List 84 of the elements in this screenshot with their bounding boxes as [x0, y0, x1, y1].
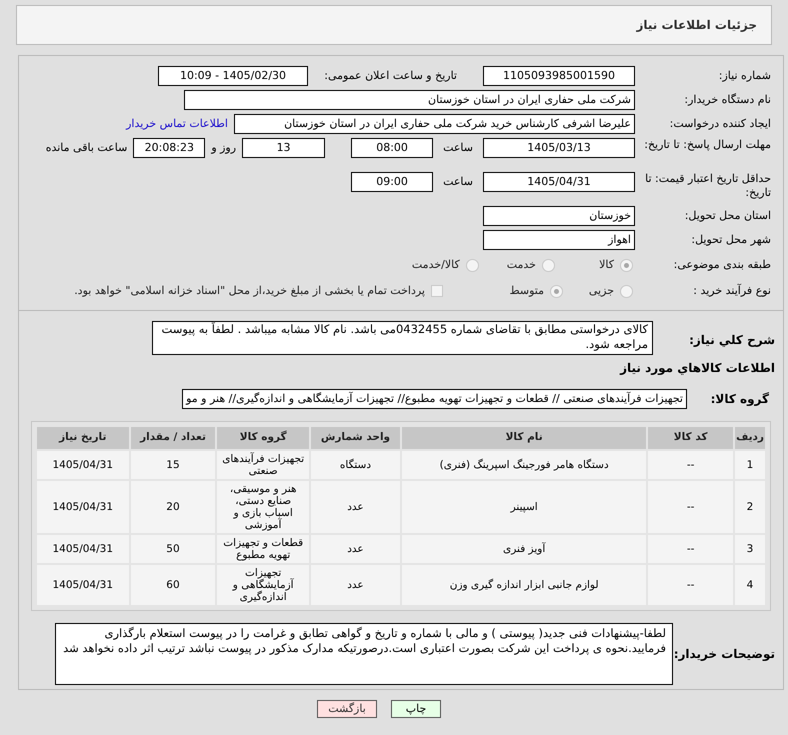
- column-header: تاریخ نیاز: [37, 427, 128, 449]
- field-label: طبقه بندی موضوعی:: [672, 256, 772, 273]
- section-title: اطلاعات کالاهاي مورد نياز: [618, 360, 776, 377]
- input-field[interactable]: 1105093985001590: [483, 66, 635, 86]
- field-label: ساعت: [442, 140, 474, 156]
- field-label: توضیحات خریدار:: [673, 646, 776, 663]
- column-header: کد کالا: [648, 427, 734, 449]
- notes-box[interactable]: لطفا-پیشنهادات فنی جدید( پیوستی ) و مالی با شماره و تاریخ و گواهی تطابق و غرامت را در پیوست استعلام بارگذاری فرمایید.نحوه ی پرداخت این شرکت بصورت اعتباری است.درصورتیکه مدارک مذکور در پیوست نباشد ترتیب اثر داده نخواهد شد: [55, 623, 673, 685]
- table-cell: اسپینر: [402, 481, 646, 533]
- field-label: ایجاد کننده درخواست:: [668, 116, 772, 132]
- table-cell: هنر و موسیقی، صنایع دستی، اسباب بازی و آموزشی: [217, 481, 309, 533]
- table-cell: لوازم جانبی ابزار اندازه گیری وزن: [402, 565, 646, 605]
- table-cell: --: [648, 565, 734, 605]
- table-cell: 3: [735, 535, 765, 563]
- table-cell: دستگاه: [310, 451, 400, 479]
- field-label: گروه کالا:: [710, 391, 770, 408]
- table-cell: 50: [130, 535, 216, 563]
- table-cell: 1405/04/31: [37, 565, 128, 605]
- column-header: تعداد / مقدار: [130, 427, 216, 449]
- input-field[interactable]: 1405/03/13: [483, 138, 635, 158]
- table-cell: تجهیزات فرآیندهای صنعتی: [217, 451, 309, 479]
- back-button[interactable]: بازگشت: [317, 700, 377, 718]
- field-label: شماره نیاز:: [718, 68, 772, 84]
- field-label: شرح کلي نياز:: [688, 332, 776, 349]
- table-cell: 2: [735, 481, 765, 533]
- description-box[interactable]: کالای درخواستی مطابق با تقاضای شماره 0432455می باشد. نام کالا مشابه میباشد . لطفاً به پیوست مراجعه شود.: [152, 321, 653, 355]
- input-field[interactable]: خوزستان: [483, 206, 635, 226]
- radio-label: خدمت: [506, 256, 536, 273]
- radio-button[interactable]: [620, 284, 633, 298]
- input-field[interactable]: 1405/02/30 - 10:09: [158, 66, 308, 86]
- table-cell: قطعات و تجهیزات تهویه مطبوع: [217, 535, 309, 563]
- input-field[interactable]: اهواز: [483, 230, 635, 250]
- radio-label: کالا: [599, 256, 614, 273]
- table-cell: عدد: [310, 481, 400, 533]
- field-label: مهلت ارسال پاسخ: تا تاریخ:: [643, 138, 772, 152]
- radio-label: جزیی: [588, 282, 614, 299]
- radio-button[interactable]: [542, 258, 555, 272]
- field-label: ساعت باقی مانده: [44, 140, 128, 156]
- column-header: نام کالا: [402, 427, 646, 449]
- radio-button[interactable]: [620, 258, 633, 272]
- table-cell: 1: [735, 451, 765, 479]
- column-header: ردیف: [735, 427, 765, 449]
- table-cell: --: [648, 535, 734, 563]
- radio-label: کالا/خدمت: [412, 256, 460, 273]
- field-label: حداقل تاریخ اعتبار قیمت: تا تاریخ:: [644, 172, 772, 200]
- field-label: نام دستگاه خریدار:: [683, 92, 772, 108]
- table-cell: 60: [130, 565, 216, 605]
- radio-button[interactable]: [550, 284, 563, 298]
- table-cell: دستگاه هامر فورجینگ اسپرینگ (فنری): [402, 451, 646, 479]
- countdown-field[interactable]: 20:08:23: [133, 138, 206, 158]
- table-cell: --: [648, 481, 734, 533]
- checkbox[interactable]: [431, 285, 443, 297]
- field-label: ساعت: [442, 174, 474, 190]
- table-cell: 1405/04/31: [37, 451, 128, 479]
- column-header: گروه کالا: [217, 427, 309, 449]
- table-cell: 20: [130, 481, 216, 533]
- input-field[interactable]: 08:00: [351, 138, 434, 158]
- table-cell: عدد: [310, 565, 400, 605]
- table-cell: 4: [735, 565, 765, 605]
- radio-label: متوسط: [509, 282, 544, 299]
- input-field[interactable]: شرکت ملی حفاری ایران در استان خوزستان: [184, 90, 635, 110]
- checkbox-label: پرداخت تمام یا بخشی از مبلغ خرید،از محل "اسناد خزانه اسلامی" خواهد بود.: [74, 282, 425, 299]
- input-field[interactable]: علیرضا اشرفی کارشناس خرید شرکت ملی حفاری ایران در استان خوزستان: [234, 114, 635, 134]
- input-field[interactable]: 09:00: [351, 172, 434, 192]
- input-field[interactable]: 1405/04/31: [483, 172, 635, 192]
- table-cell: تجهیزات آزمایشگاهی و اندازه‌گیری: [217, 565, 309, 605]
- field-label: روز و: [210, 140, 238, 156]
- field-label: نوع فرآیند خرید :: [692, 282, 772, 299]
- input-field[interactable]: تجهیزات فرآیندهای صنعتی // قطعات و تجهیزات تهویه مطبوع// تجهیزات آزمایشگاهی و اندازه‌گیری// هنر و مو: [182, 389, 687, 409]
- page-title: جزئیات اطلاعات نیاز: [636, 17, 757, 34]
- field-label: تاریخ و ساعت اعلان عمومی:: [323, 68, 458, 84]
- table-cell: 1405/04/31: [37, 481, 128, 533]
- column-header: واحد شمارش: [310, 427, 400, 449]
- contact-link[interactable]: اطلاعات تماس خریدار: [126, 116, 228, 132]
- print-button[interactable]: چاپ: [391, 700, 441, 718]
- table-cell: عدد: [310, 535, 400, 563]
- table-cell: 1405/04/31: [37, 535, 128, 563]
- table-cell: آویز فنری: [402, 535, 646, 563]
- field-label: استان محل تحویل:: [684, 208, 772, 224]
- table-cell: --: [648, 451, 734, 479]
- radio-button[interactable]: [466, 258, 479, 272]
- input-field[interactable]: 13: [242, 138, 326, 158]
- table-cell: 15: [130, 451, 216, 479]
- field-label: شهر محل تحویل:: [690, 232, 772, 248]
